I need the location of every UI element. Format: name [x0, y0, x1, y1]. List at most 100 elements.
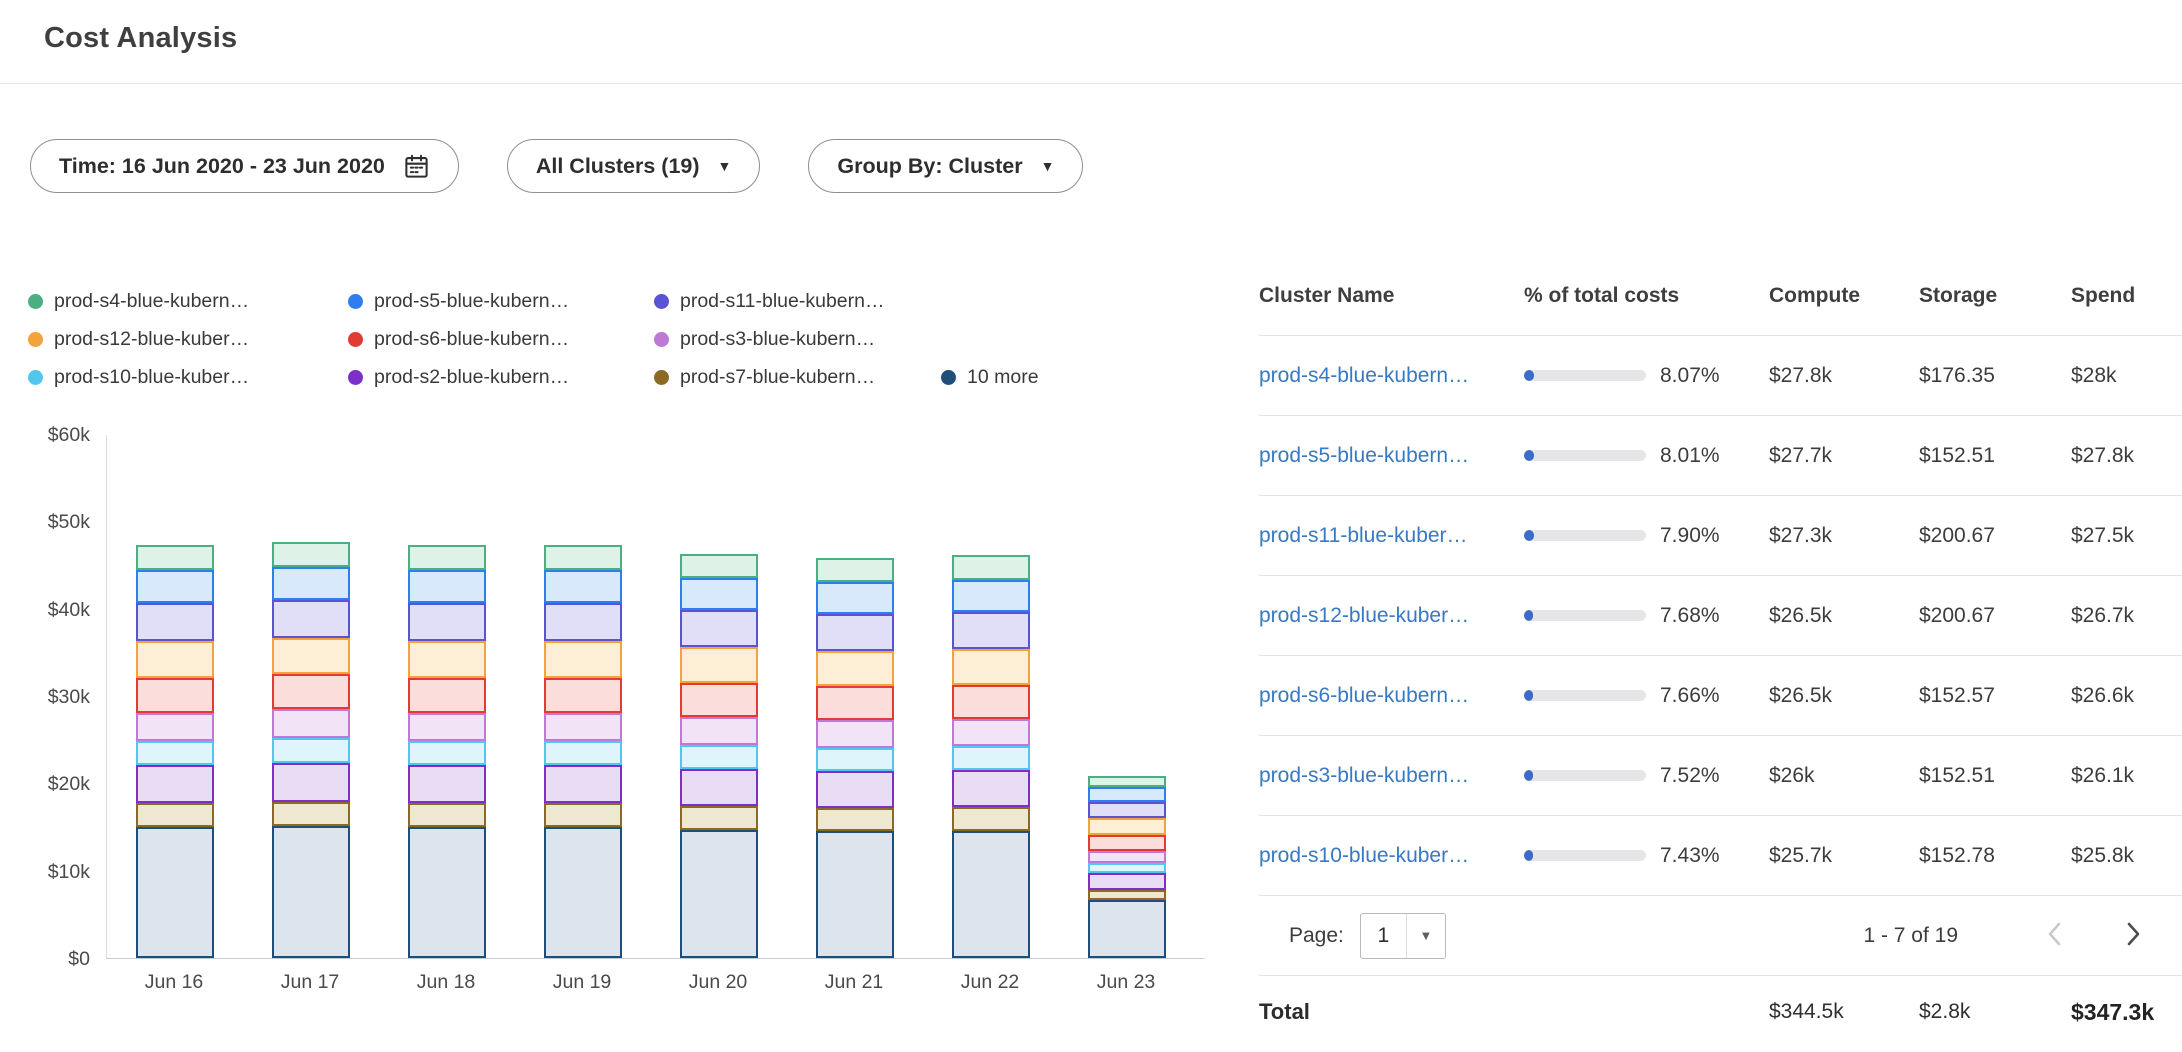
bar-segment[interactable]: [952, 685, 1030, 719]
bar-segment[interactable]: [1088, 835, 1166, 851]
bar-segment[interactable]: [816, 831, 894, 958]
bar-segment[interactable]: [136, 603, 214, 641]
bar-segment[interactable]: [1088, 787, 1166, 802]
bar-segment[interactable]: [408, 765, 486, 803]
bar-segment[interactable]: [544, 803, 622, 827]
bar-segment[interactable]: [816, 748, 894, 772]
bar-segment[interactable]: [680, 554, 758, 578]
bar-segment[interactable]: [136, 545, 214, 570]
bar-segment[interactable]: [408, 603, 486, 641]
bar-segment[interactable]: [816, 651, 894, 687]
bar-segment[interactable]: [1088, 863, 1166, 873]
bar-segment[interactable]: [408, 803, 486, 827]
bar-segment[interactable]: [680, 745, 758, 769]
cluster-link[interactable]: prod-s6-blue-kubern…: [1259, 684, 1469, 707]
bar-segment[interactable]: [544, 570, 622, 603]
bar-segment[interactable]: [136, 713, 214, 741]
bar-segment[interactable]: [136, 570, 214, 603]
bar-segment[interactable]: [680, 830, 758, 958]
bar-segment[interactable]: [408, 827, 486, 958]
bar-segment[interactable]: [272, 826, 350, 958]
stacked-bar-jun-20[interactable]: [680, 554, 758, 958]
legend-item-prod-s6[interactable]: prod-s6-blue-kubern…: [348, 328, 654, 351]
cluster-link[interactable]: prod-s5-blue-kubern…: [1259, 444, 1469, 467]
bar-segment[interactable]: [816, 720, 894, 747]
bar-segment[interactable]: [272, 542, 350, 567]
next-page-button[interactable]: [2122, 919, 2144, 952]
cluster-link[interactable]: prod-s3-blue-kubern…: [1259, 764, 1469, 787]
legend-item-prod-s4[interactable]: prod-s4-blue-kubern…: [28, 290, 348, 313]
bar-segment[interactable]: [272, 763, 350, 801]
bar-segment[interactable]: [272, 638, 350, 675]
cluster-link[interactable]: prod-s12-blue-kuber…: [1259, 604, 1469, 627]
bar-segment[interactable]: [1088, 890, 1166, 900]
legend-item-prod-s3[interactable]: prod-s3-blue-kubern…: [654, 328, 941, 351]
stacked-bar-jun-18[interactable]: [408, 545, 486, 958]
bar-segment[interactable]: [680, 769, 758, 806]
bar-segment[interactable]: [1088, 873, 1166, 890]
bar-segment[interactable]: [952, 719, 1030, 746]
page-select[interactable]: 1 ▼: [1360, 913, 1446, 959]
bar-segment[interactable]: [952, 649, 1030, 685]
legend-item-prod-s7[interactable]: prod-s7-blue-kubern…: [654, 366, 941, 389]
cluster-link[interactable]: prod-s11-blue-kuber…: [1259, 524, 1468, 547]
bar-segment[interactable]: [952, 746, 1030, 770]
legend-item-prod-s11[interactable]: prod-s11-blue-kubern…: [654, 290, 941, 313]
bar-segment[interactable]: [544, 641, 622, 678]
bar-segment[interactable]: [408, 641, 486, 678]
bar-segment[interactable]: [136, 827, 214, 958]
bar-segment[interactable]: [816, 558, 894, 582]
bar-segment[interactable]: [680, 610, 758, 647]
bar-segment[interactable]: [816, 808, 894, 832]
group-by-filter[interactable]: Group By: Cluster ▼: [808, 139, 1083, 193]
stacked-bar-jun-17[interactable]: [272, 542, 350, 958]
legend-item-prod-s10[interactable]: prod-s10-blue-kuber…: [28, 366, 348, 389]
prev-page-button[interactable]: [2044, 919, 2066, 952]
bar-segment[interactable]: [816, 771, 894, 808]
bar-segment[interactable]: [544, 603, 622, 641]
bar-segment[interactable]: [544, 713, 622, 741]
stacked-bar-jun-16[interactable]: [136, 545, 214, 958]
bar-segment[interactable]: [680, 806, 758, 830]
bar-segment[interactable]: [272, 567, 350, 600]
bar-segment[interactable]: [952, 770, 1030, 807]
bar-segment[interactable]: [408, 713, 486, 741]
bar-segment[interactable]: [136, 803, 214, 827]
stacked-bar-jun-22[interactable]: [952, 555, 1030, 958]
bar-segment[interactable]: [1088, 818, 1166, 835]
bar-segment[interactable]: [1088, 851, 1166, 863]
bar-segment[interactable]: [544, 765, 622, 803]
bar-segment[interactable]: [544, 545, 622, 570]
bar-segment[interactable]: [952, 807, 1030, 831]
bar-segment[interactable]: [136, 741, 214, 765]
bar-segment[interactable]: [272, 802, 350, 826]
bar-segment[interactable]: [816, 614, 894, 651]
bar-segment[interactable]: [136, 678, 214, 713]
bar-segment[interactable]: [680, 578, 758, 610]
cluster-link[interactable]: prod-s10-blue-kuber…: [1259, 844, 1469, 867]
time-range-filter[interactable]: Time: 16 Jun 2020 - 23 Jun 2020: [30, 139, 459, 193]
bar-segment[interactable]: [544, 741, 622, 765]
bar-segment[interactable]: [1088, 802, 1166, 819]
bar-segment[interactable]: [816, 582, 894, 614]
bar-segment[interactable]: [680, 683, 758, 717]
stacked-bar-jun-23[interactable]: [1088, 776, 1166, 958]
bar-segment[interactable]: [816, 686, 894, 720]
cluster-link[interactable]: prod-s4-blue-kubern…: [1259, 364, 1469, 387]
bar-segment[interactable]: [408, 678, 486, 713]
legend-item-prod-s12[interactable]: prod-s12-blue-kuber…: [28, 328, 348, 351]
bar-segment[interactable]: [680, 647, 758, 683]
bar-segment[interactable]: [408, 570, 486, 603]
bar-segment[interactable]: [952, 580, 1030, 612]
bar-segment[interactable]: [544, 827, 622, 958]
bar-segment[interactable]: [272, 709, 350, 738]
legend-item-10-more[interactable]: 10 more: [941, 366, 1039, 389]
clusters-filter[interactable]: All Clusters (19) ▼: [507, 139, 761, 193]
bar-segment[interactable]: [408, 545, 486, 570]
bar-segment[interactable]: [952, 612, 1030, 649]
legend-item-prod-s5[interactable]: prod-s5-blue-kubern…: [348, 290, 654, 313]
bar-segment[interactable]: [1088, 900, 1166, 958]
bar-segment[interactable]: [408, 741, 486, 765]
bar-segment[interactable]: [1088, 776, 1166, 787]
bar-segment[interactable]: [952, 555, 1030, 579]
